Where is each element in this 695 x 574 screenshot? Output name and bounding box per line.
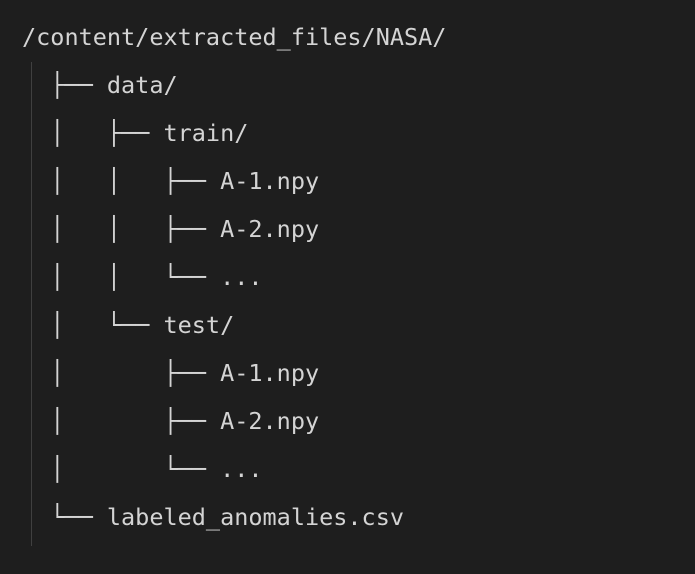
tree-folder-data: ├── data/ xyxy=(22,71,178,99)
tree-file-train-more: │ │ └── ... xyxy=(22,263,263,291)
tree-folder-train: │ ├── train/ xyxy=(22,119,249,147)
tree-file-test-a2: │ ├── A-2.npy xyxy=(22,407,320,435)
code-editor[interactable]: /content/extracted_files/NASA/ ├── data/… xyxy=(0,0,695,574)
tree-file-train-a2: │ │ ├── A-2.npy xyxy=(22,215,320,243)
tree-file-labeled-anomalies: └── labeled_anomalies.csv xyxy=(22,503,405,531)
tree-root-path: /content/extracted_files/NASA/ xyxy=(22,23,447,51)
tree-file-test-a1: │ ├── A-1.npy xyxy=(22,359,320,387)
tree-file-test-more: │ └── ... xyxy=(22,455,263,483)
tree-folder-test: │ └── test/ xyxy=(22,311,235,339)
tree-file-train-a1: │ │ ├── A-1.npy xyxy=(22,167,320,195)
